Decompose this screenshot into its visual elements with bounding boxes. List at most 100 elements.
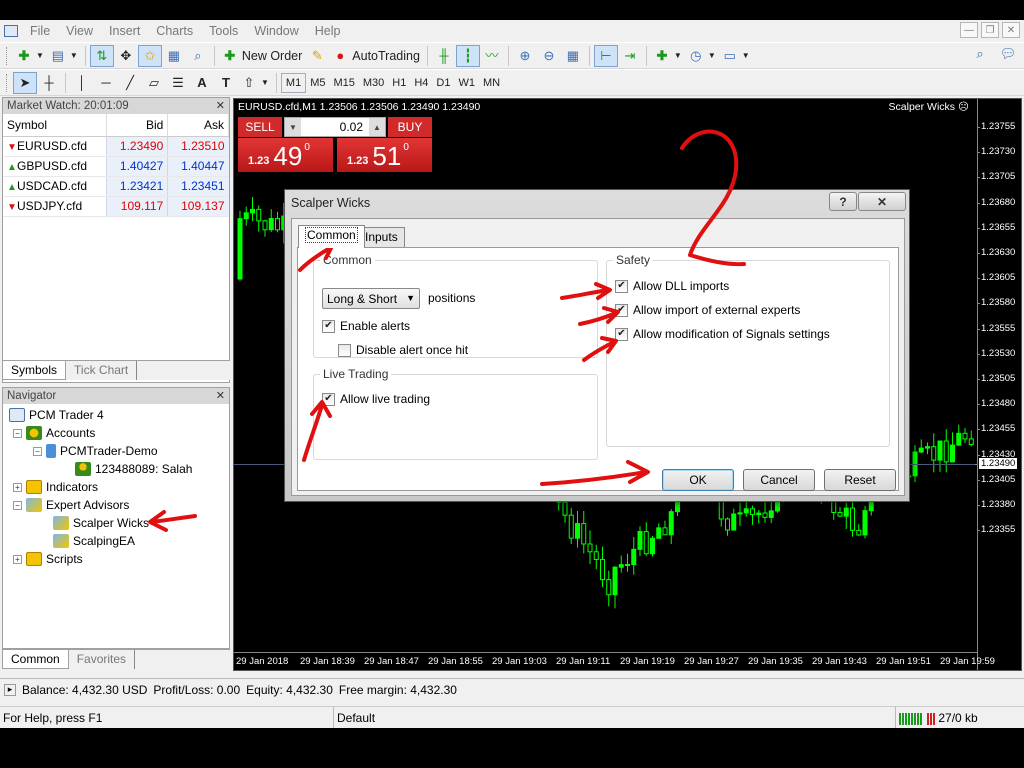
menu-charts[interactable]: Charts [148, 20, 201, 42]
menu-file[interactable]: File [22, 20, 58, 42]
candlesticks-button[interactable]: ┇ [455, 44, 480, 67]
tab-tick-chart[interactable]: Tick Chart [66, 361, 138, 380]
allow-import-checkbox[interactable]: ✔ Allow import of external experts [615, 303, 800, 317]
positions-select[interactable]: Long & Short ▼ [322, 288, 420, 309]
column-header-symbol[interactable]: Symbol [3, 114, 108, 137]
restore-icon[interactable]: ❐ [981, 22, 999, 38]
cursor-button[interactable]: ➤ [13, 71, 37, 94]
trendline-button[interactable]: ╱ [118, 72, 142, 94]
close-icon[interactable]: ✕ [216, 388, 225, 404]
table-row[interactable]: ▼USDJPY.cfd 109.117 109.137 [3, 196, 229, 217]
tab-inputs[interactable]: Inputs [358, 227, 405, 248]
new-order-button[interactable]: ✚ New Order [219, 45, 305, 67]
allow-signals-checkbox[interactable]: ✔ Allow modification of Signals settings [615, 327, 830, 341]
line-chart-button[interactable]: 〰 [480, 45, 504, 67]
sell-button[interactable]: SELL [238, 117, 282, 137]
timeframe-w1[interactable]: W1 [454, 73, 479, 93]
menu-insert[interactable]: Insert [101, 20, 148, 42]
tile-windows-button[interactable]: ▦ [561, 45, 585, 67]
minimize-icon[interactable]: — [960, 22, 978, 38]
allow-live-trading-checkbox[interactable]: ✔ Allow live trading [322, 392, 430, 406]
tree-expert-advisors[interactable]: − Expert Advisors [13, 496, 129, 514]
data-window-button[interactable]: ✥ [114, 45, 138, 67]
table-row[interactable]: ▲GBPUSD.cfd 1.40427 1.40447 [3, 156, 229, 177]
menu-window[interactable]: Window [246, 20, 306, 42]
enable-alerts-checkbox[interactable]: ✔ Enable alerts [322, 319, 410, 333]
tree-indicators[interactable]: + Indicators [13, 478, 98, 496]
tree-account-user[interactable]: 123488089: Salah [75, 460, 192, 478]
timeframe-m5[interactable]: M5 [306, 73, 329, 93]
metaeditor-button[interactable]: ✎ [305, 45, 329, 67]
autotrading-button[interactable]: ● AutoTrading [329, 45, 423, 67]
autoscroll-button[interactable]: ⇥ [618, 45, 642, 67]
app-icon[interactable] [0, 20, 22, 42]
collapse-icon[interactable]: − [13, 500, 22, 510]
text-button[interactable]: A [190, 72, 214, 94]
menu-view[interactable]: View [58, 20, 101, 42]
timeframe-m1[interactable]: M1 [280, 72, 307, 93]
terminal-button[interactable]: ▦ [162, 45, 186, 67]
tab-symbols[interactable]: Symbols [2, 361, 67, 380]
strategy-tester-button[interactable]: ⌕ [186, 45, 210, 67]
tree-ea-scalpingea[interactable]: ScalpingEA [53, 532, 135, 550]
buy-button[interactable]: BUY [388, 117, 432, 137]
crosshair-button[interactable]: ┼ [37, 72, 61, 94]
label-button[interactable]: T [214, 72, 238, 94]
sell-price-button[interactable]: 1.23 49 0 [238, 138, 333, 172]
tree-scripts[interactable]: + Scripts [13, 550, 83, 568]
menu-tools[interactable]: Tools [201, 20, 246, 42]
tree-root[interactable]: PCM Trader 4 [9, 406, 104, 424]
chart-shift-button[interactable]: ⊢ [593, 44, 618, 67]
timeframe-m15[interactable]: M15 [329, 73, 358, 93]
close-icon[interactable]: ✕ [216, 98, 225, 114]
collapse-icon[interactable]: − [13, 428, 22, 438]
buy-price-button[interactable]: 1.23 51 0 [337, 138, 432, 172]
disable-alert-once-checkbox[interactable]: Disable alert once hit [338, 343, 468, 357]
table-row[interactable]: ▼EURUSD.cfd 1.23490 1.23510 [3, 136, 229, 157]
menu-help[interactable]: Help [307, 20, 349, 42]
help-button[interactable]: ? [829, 192, 857, 211]
tree-account-server[interactable]: − PCMTrader-Demo [33, 442, 158, 460]
tab-common[interactable]: Common [2, 650, 69, 669]
horizontal-line-button[interactable]: ─ [94, 72, 118, 94]
tab-common[interactable]: Common [298, 225, 365, 248]
increase-icon[interactable]: ▲ [369, 118, 385, 136]
indicators-button[interactable]: ✚ ▼ [651, 45, 685, 67]
collapse-icon[interactable]: − [33, 446, 42, 456]
arrows-button[interactable]: ⇧ ▼ [238, 72, 272, 94]
timeframe-h4[interactable]: H4 [410, 73, 432, 93]
expand-icon[interactable]: + [13, 482, 22, 492]
templates-button[interactable]: ▭ ▼ [719, 45, 753, 67]
timeframe-m30[interactable]: M30 [359, 73, 388, 93]
profiles-button[interactable]: ▤ ▼ [47, 45, 81, 67]
periods-button[interactable]: ◷ ▼ [685, 45, 719, 67]
table-row[interactable]: ▲USDCAD.cfd 1.23421 1.23451 [3, 176, 229, 197]
timeframe-d1[interactable]: D1 [432, 73, 454, 93]
ok-button[interactable]: OK [662, 469, 734, 491]
expand-icon[interactable]: + [13, 554, 22, 564]
terminal-toggle-icon[interactable]: ▸ [4, 683, 16, 696]
zoom-out-button[interactable]: ⊖ [537, 45, 561, 67]
bar-chart-button[interactable]: ╫ [432, 45, 456, 67]
tree-ea-scalper-wicks[interactable]: Scalper Wicks [53, 514, 149, 532]
tab-favorites[interactable]: Favorites [69, 650, 136, 669]
new-chart-button[interactable]: ✚ ▼ [13, 45, 47, 67]
chat-icon[interactable]: 💬︎ [1000, 46, 1017, 62]
timeframe-mn[interactable]: MN [479, 73, 504, 93]
cancel-button[interactable]: Cancel [743, 469, 815, 491]
search-icon[interactable]: ⌕ [972, 46, 988, 62]
lot-size-input[interactable]: ▼ 0.02 ▲ [284, 117, 386, 137]
timeframe-h1[interactable]: H1 [388, 73, 410, 93]
vertical-line-button[interactable]: │ [70, 72, 94, 94]
zoom-in-button[interactable]: ⊕ [513, 45, 537, 67]
column-header-ask[interactable]: Ask [167, 114, 229, 137]
navigator-button[interactable]: ✩ [137, 44, 162, 67]
channel-button[interactable]: ▱ [142, 72, 166, 94]
allow-dll-checkbox[interactable]: ✔ Allow DLL imports [615, 279, 729, 293]
dialog-close-button[interactable]: ✕ [858, 192, 906, 211]
tree-accounts[interactable]: − Accounts [13, 424, 95, 442]
column-header-bid[interactable]: Bid [106, 114, 169, 137]
reset-button[interactable]: Reset [824, 469, 896, 491]
market-watch-button[interactable]: ⇅ [89, 44, 114, 67]
decrease-icon[interactable]: ▼ [285, 118, 301, 136]
